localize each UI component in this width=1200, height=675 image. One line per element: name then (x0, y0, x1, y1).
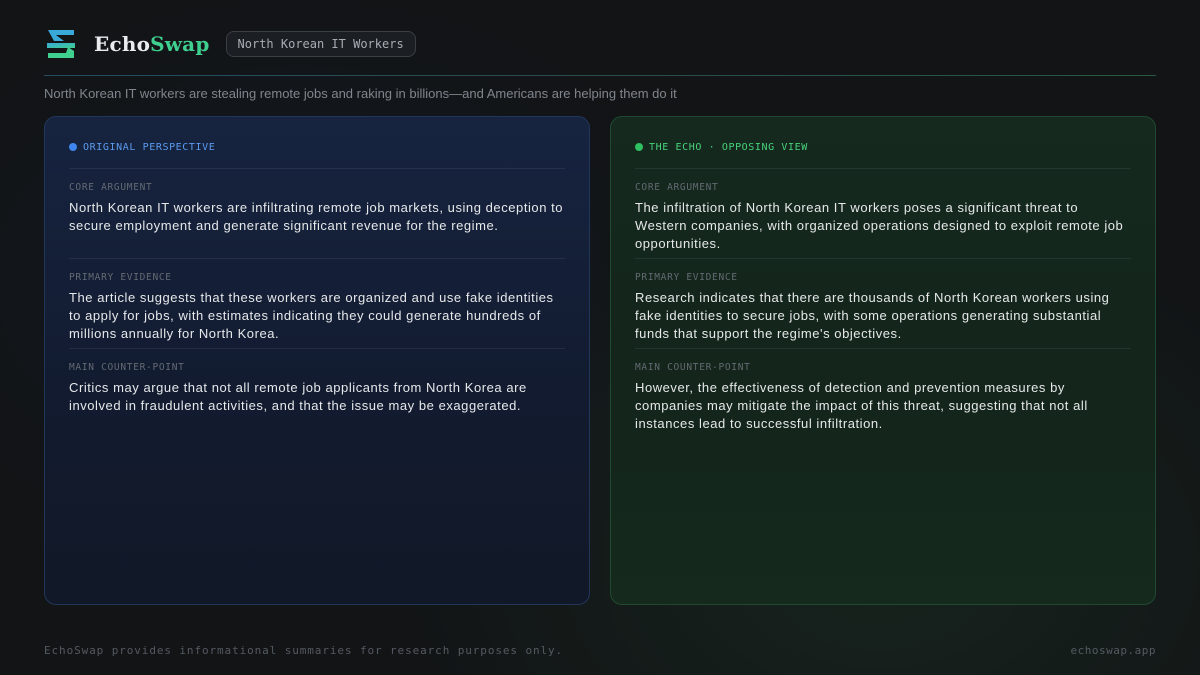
section-text: The infiltration of North Korean IT work… (635, 200, 1124, 251)
section-label: PRIMARY EVIDENCE (635, 272, 738, 283)
brand-name[interactable]: EchoSwap (94, 32, 210, 56)
echo-main-counter-point: MAIN COUNTER-POINT However, the effectiv… (635, 348, 1131, 438)
brand-swap: Swap (150, 32, 210, 56)
green-dot-icon (635, 143, 643, 151)
echo-opposing-view-card: THE ECHO · OPPOSING VIEW CORE ARGUMENT T… (610, 116, 1156, 605)
section-text: Research indicates that there are thousa… (635, 290, 1110, 341)
section-text: Critics may argue that not all remote jo… (69, 380, 527, 413)
section-label: CORE ARGUMENT (69, 182, 153, 193)
section-text: However, the effectiveness of detection … (635, 380, 1088, 431)
section-label: CORE ARGUMENT (635, 182, 719, 193)
section-label: MAIN COUNTER-POINT (635, 362, 751, 373)
section-label: MAIN COUNTER-POINT (69, 362, 185, 373)
brand-echo: Echo (94, 32, 151, 56)
echoswap-logo-icon[interactable] (44, 27, 78, 61)
original-card-label: ORIGINAL PERSPECTIVE (69, 137, 565, 157)
section-text: The article suggests that these workers … (69, 290, 554, 341)
section-text: North Korean IT workers are infiltrating… (69, 200, 564, 233)
footer-disclaimer: EchoSwap provides informational summarie… (44, 644, 564, 657)
original-primary-evidence: PRIMARY EVIDENCE The article suggests th… (69, 258, 565, 348)
echo-label-text: THE ECHO · OPPOSING VIEW (649, 141, 808, 153)
original-label-text: ORIGINAL PERSPECTIVE (83, 141, 216, 153)
echo-core-argument: CORE ARGUMENT The infiltration of North … (635, 168, 1131, 258)
section-label: PRIMARY EVIDENCE (69, 272, 172, 283)
header: EchoSwap North Korean IT Workers (44, 22, 1156, 66)
footer-site-link[interactable]: echoswap.app (1071, 644, 1156, 657)
echo-card-label: THE ECHO · OPPOSING VIEW (635, 137, 1131, 157)
topic-pill[interactable]: North Korean IT Workers (225, 31, 416, 57)
original-core-argument: CORE ARGUMENT North Korean IT workers ar… (69, 168, 565, 258)
article-headline: North Korean IT workers are stealing rem… (44, 86, 677, 101)
original-main-counter-point: MAIN COUNTER-POINT Critics may argue tha… (69, 348, 565, 438)
header-divider (44, 75, 1156, 76)
echo-primary-evidence: PRIMARY EVIDENCE Research indicates that… (635, 258, 1131, 348)
blue-dot-icon (69, 143, 77, 151)
original-perspective-card: ORIGINAL PERSPECTIVE CORE ARGUMENT North… (44, 116, 590, 605)
